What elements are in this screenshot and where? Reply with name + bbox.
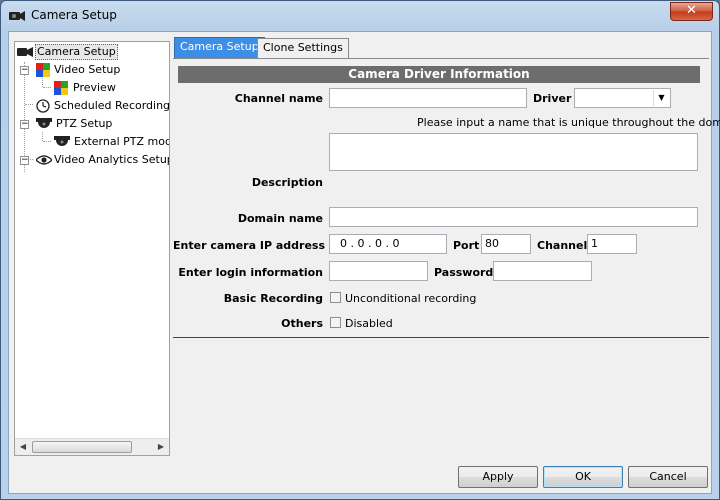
tree-item-preview[interactable]: Preview bbox=[15, 80, 165, 96]
close-button[interactable]: ✕ bbox=[670, 2, 713, 21]
description-label: Description bbox=[251, 176, 323, 189]
tree-item-label: PTZ Setup bbox=[56, 117, 113, 130]
tree-horizontal-scrollbar[interactable]: ◀ ▶ bbox=[15, 438, 169, 455]
camera-icon bbox=[17, 47, 33, 57]
basic-recording-label: Basic Recording bbox=[223, 292, 323, 305]
tree-item-label: Scheduled Recording S bbox=[54, 99, 170, 112]
ip-address-input[interactable]: 0 . 0 . 0 . 0 bbox=[329, 234, 447, 254]
ok-button[interactable]: OK bbox=[543, 466, 623, 488]
description-input[interactable] bbox=[329, 133, 698, 171]
tree-item-ptz-setup[interactable]: PTZ Setup bbox=[15, 116, 165, 132]
dome-camera-icon bbox=[54, 136, 70, 146]
chevron-down-icon[interactable]: ▼ bbox=[653, 90, 669, 106]
tree-item-label: Video Setup bbox=[54, 63, 121, 76]
section-header: Camera Driver Information bbox=[178, 66, 700, 83]
password-input[interactable] bbox=[493, 261, 592, 281]
disabled-label[interactable]: Disabled bbox=[345, 317, 393, 330]
tree-item-camera-setup[interactable]: Camera Setup bbox=[15, 44, 165, 60]
channel-name-label: Channel name bbox=[234, 92, 323, 105]
channel-input[interactable]: 1 bbox=[587, 234, 637, 254]
channel-name-hint: Please input a name that is unique throu… bbox=[417, 116, 720, 129]
tree-item-video-analytics[interactable]: Video Analytics Setup bbox=[15, 152, 170, 168]
camera-setup-panel: Camera Driver Information Channel name D… bbox=[173, 58, 720, 490]
unconditional-recording-label[interactable]: Unconditional recording bbox=[345, 292, 476, 305]
apply-button[interactable]: Apply bbox=[458, 466, 538, 488]
channel-name-input[interactable] bbox=[329, 88, 527, 108]
driver-select[interactable]: ▼ bbox=[574, 88, 671, 108]
login-input[interactable] bbox=[329, 261, 428, 281]
scroll-thumb[interactable] bbox=[32, 441, 132, 453]
domain-name-input[interactable] bbox=[329, 207, 698, 227]
cancel-button[interactable]: Cancel bbox=[628, 466, 708, 488]
tab-camera-setup[interactable]: Camera Setup bbox=[174, 37, 265, 58]
color-grid-icon bbox=[54, 81, 68, 95]
dialog-client-area: Camera Setup − Video Setup Preview Sched… bbox=[8, 31, 720, 494]
others-label: Others bbox=[281, 317, 323, 330]
dome-camera-icon bbox=[36, 118, 52, 128]
tree-item-external-ptz[interactable]: External PTZ mod bbox=[15, 134, 170, 150]
color-grid-icon bbox=[36, 63, 50, 77]
window-title: Camera Setup bbox=[31, 8, 117, 22]
port-label: Port bbox=[453, 239, 480, 252]
scroll-right-icon[interactable]: ▶ bbox=[156, 442, 166, 451]
camera-icon bbox=[9, 11, 25, 21]
driver-label: Driver bbox=[533, 92, 572, 105]
tree-item-label: Preview bbox=[73, 81, 116, 94]
channel-label: Channel bbox=[537, 239, 588, 252]
tree-item-scheduled-recording[interactable]: Scheduled Recording S bbox=[15, 98, 169, 114]
divider bbox=[173, 337, 709, 338]
disabled-checkbox[interactable] bbox=[330, 317, 341, 328]
tree-item-label: Video Analytics Setup bbox=[54, 153, 170, 166]
settings-tree[interactable]: Camera Setup − Video Setup Preview Sched… bbox=[14, 41, 170, 456]
domain-name-label: Domain name bbox=[237, 212, 323, 225]
tree-item-label: Camera Setup bbox=[35, 44, 118, 60]
scroll-left-icon[interactable]: ◀ bbox=[18, 442, 28, 451]
port-input[interactable]: 80 bbox=[481, 234, 531, 254]
password-label: Password bbox=[434, 266, 494, 279]
camera-setup-window: Camera Setup ✕ Camera Setup − Video Setu… bbox=[0, 0, 720, 500]
tree-item-label: External PTZ mod bbox=[74, 135, 170, 148]
title-bar[interactable]: Camera Setup ✕ bbox=[1, 1, 719, 31]
unconditional-recording-checkbox[interactable] bbox=[330, 292, 341, 303]
tab-clone-settings[interactable]: Clone Settings bbox=[257, 38, 349, 58]
ip-address-label: Enter camera IP address bbox=[173, 239, 325, 252]
clock-icon bbox=[36, 99, 50, 113]
login-label: Enter login information bbox=[178, 266, 323, 279]
eye-icon bbox=[36, 155, 52, 165]
tree-item-video-setup[interactable]: Video Setup bbox=[15, 62, 165, 78]
